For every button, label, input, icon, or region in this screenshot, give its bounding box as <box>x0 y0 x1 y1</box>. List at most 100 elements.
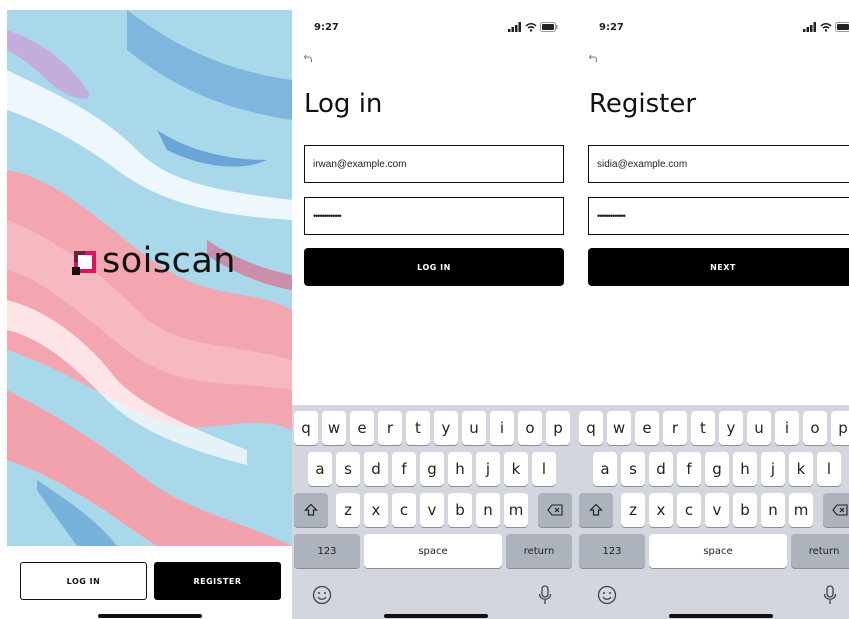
key-y[interactable]: y <box>719 411 743 445</box>
key-r[interactable]: r <box>378 411 402 445</box>
key-c[interactable]: c <box>677 493 701 527</box>
emoji-icon <box>597 585 617 605</box>
key-e[interactable]: e <box>635 411 659 445</box>
key-s[interactable]: s <box>621 452 645 486</box>
keyboard: q w e r t y u i o p a s d f g h j k l z … <box>577 405 849 619</box>
status-time: 9:27 <box>599 22 624 33</box>
dictation-button[interactable] <box>823 585 837 610</box>
status-icons <box>508 22 558 32</box>
emoji-button[interactable] <box>312 585 332 610</box>
status-icons <box>803 22 849 32</box>
key-z[interactable]: z <box>621 493 645 527</box>
battery-icon <box>540 22 558 32</box>
key-i[interactable]: i <box>490 411 514 445</box>
key-v[interactable]: v <box>420 493 444 527</box>
signal-icon <box>803 22 816 32</box>
key-j[interactable]: j <box>761 452 785 486</box>
key-k[interactable]: k <box>504 452 528 486</box>
page-title: Register <box>589 89 697 119</box>
space-key[interactable]: space <box>364 534 502 568</box>
key-b[interactable]: b <box>448 493 472 527</box>
key-l[interactable]: l <box>817 452 841 486</box>
key-y[interactable]: y <box>434 411 458 445</box>
key-m[interactable]: m <box>789 493 813 527</box>
key-f[interactable]: f <box>392 452 416 486</box>
signal-icon <box>508 22 521 32</box>
password-field[interactable]: ••••••••••••• <box>304 197 564 235</box>
key-r[interactable]: r <box>663 411 687 445</box>
brand-logo: soiscan <box>72 244 236 279</box>
key-h[interactable]: h <box>733 452 757 486</box>
key-d[interactable]: d <box>364 452 388 486</box>
page-title: Log in <box>304 89 383 119</box>
key-f[interactable]: f <box>677 452 701 486</box>
key-b[interactable]: b <box>733 493 757 527</box>
return-key[interactable]: return <box>506 534 572 568</box>
key-g[interactable]: g <box>420 452 444 486</box>
key-m[interactable]: m <box>504 493 528 527</box>
emoji-button[interactable] <box>597 585 617 610</box>
key-t[interactable]: t <box>691 411 715 445</box>
key-t[interactable]: t <box>406 411 430 445</box>
backspace-key[interactable] <box>823 493 849 527</box>
key-p[interactable]: p <box>546 411 570 445</box>
key-k[interactable]: k <box>789 452 813 486</box>
emoji-icon <box>312 585 332 605</box>
keyboard: q w e r t y u i o p a s d f g h j k l z … <box>292 405 577 619</box>
numbers-key[interactable]: 123 <box>294 534 360 568</box>
email-field[interactable]: sidia@example.com <box>588 145 849 183</box>
key-n[interactable]: n <box>476 493 500 527</box>
space-key[interactable]: space <box>649 534 787 568</box>
key-u[interactable]: u <box>747 411 771 445</box>
key-x[interactable]: x <box>649 493 673 527</box>
splash-login-button[interactable]: LOG IN <box>20 562 147 600</box>
password-field[interactable]: ••••••••••••• <box>588 197 849 235</box>
key-d[interactable]: d <box>649 452 673 486</box>
key-o[interactable]: o <box>803 411 827 445</box>
key-p[interactable]: p <box>831 411 849 445</box>
key-s[interactable]: s <box>336 452 360 486</box>
key-v[interactable]: v <box>705 493 729 527</box>
key-x[interactable]: x <box>364 493 388 527</box>
key-e[interactable]: e <box>350 411 374 445</box>
back-button[interactable] <box>303 54 312 66</box>
key-a[interactable]: a <box>593 452 617 486</box>
dictation-button[interactable] <box>538 585 552 610</box>
key-o[interactable]: o <box>518 411 542 445</box>
key-i[interactable]: i <box>775 411 799 445</box>
register-screen: 9:27 Register sidia@example.com ••••••••… <box>577 0 849 619</box>
key-c[interactable]: c <box>392 493 416 527</box>
home-indicator <box>98 614 202 618</box>
back-button[interactable] <box>588 54 597 66</box>
return-key[interactable]: return <box>791 534 849 568</box>
next-button[interactable]: NEXT <box>588 248 849 286</box>
key-l[interactable]: l <box>532 452 556 486</box>
splash-register-button[interactable]: REGISTER <box>154 562 281 600</box>
brand-name: soiscan <box>102 241 236 281</box>
key-a[interactable]: a <box>308 452 332 486</box>
key-u[interactable]: u <box>462 411 486 445</box>
key-j[interactable]: j <box>476 452 500 486</box>
numbers-key[interactable]: 123 <box>579 534 645 568</box>
key-z[interactable]: z <box>336 493 360 527</box>
key-n[interactable]: n <box>761 493 785 527</box>
key-q[interactable]: q <box>579 411 603 445</box>
login-button[interactable]: LOG IN <box>304 248 564 286</box>
logo-mark-icon <box>72 250 96 275</box>
key-w[interactable]: w <box>322 411 346 445</box>
key-q[interactable]: q <box>294 411 318 445</box>
backspace-icon <box>832 504 848 516</box>
shift-key[interactable] <box>294 493 328 527</box>
microphone-icon <box>538 585 552 604</box>
shift-icon <box>304 503 318 516</box>
email-field[interactable]: irwan@example.com <box>304 145 564 183</box>
key-h[interactable]: h <box>448 452 472 486</box>
home-indicator <box>384 614 488 618</box>
key-g[interactable]: g <box>705 452 729 486</box>
shift-key[interactable] <box>579 493 613 527</box>
wifi-icon <box>820 22 832 32</box>
key-w[interactable]: w <box>607 411 631 445</box>
microphone-icon <box>823 585 837 604</box>
backspace-key[interactable] <box>538 493 572 527</box>
backspace-icon <box>547 504 563 516</box>
